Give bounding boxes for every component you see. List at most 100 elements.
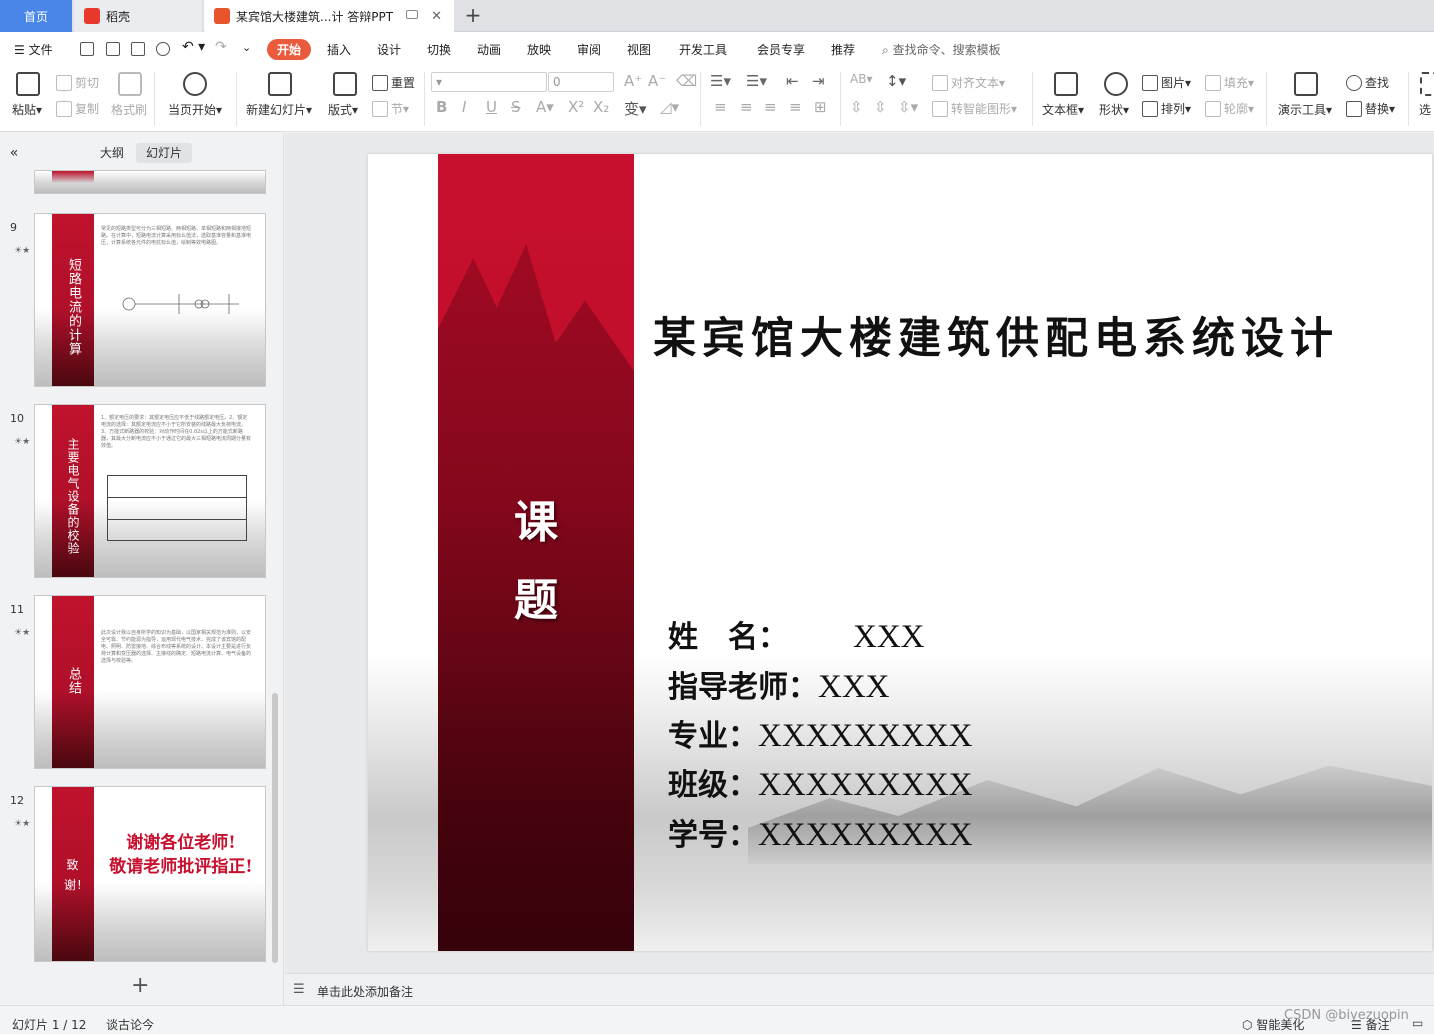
window-icon[interactable] <box>406 10 418 19</box>
picture-button[interactable]: 图片 ▾ <box>1142 74 1191 91</box>
shape-button[interactable]: 形状 ▾ <box>1099 101 1129 118</box>
menu-view[interactable]: 视图 <box>627 41 651 58</box>
section-button[interactable]: 节 ▾ <box>372 100 409 117</box>
play-icon[interactable] <box>183 72 207 96</box>
text-box-icon[interactable] <box>1054 72 1078 96</box>
customize-icon[interactable]: ⌄ <box>242 41 251 54</box>
arrange-button[interactable]: 排列 ▾ <box>1142 100 1191 117</box>
info-row-class[interactable]: 班级：XXXXXXXXX <box>668 760 1368 808</box>
increase-font-icon[interactable]: A⁺ <box>624 72 642 90</box>
menu-developer[interactable]: 开发工具 <box>679 41 727 58</box>
smart-art-button[interactable]: 转智能图形 ▾ <box>932 100 1017 117</box>
tab-daoke[interactable]: 稻壳 <box>74 0 202 32</box>
paragraph-spacing-icon[interactable]: ⇳ <box>850 98 863 116</box>
menu-animation[interactable]: 动画 <box>477 41 501 58</box>
menu-transition[interactable]: 切换 <box>427 41 451 58</box>
find-button[interactable]: 查找 <box>1346 74 1389 91</box>
subscript-icon[interactable]: X₂ <box>593 98 609 116</box>
format-painter-button[interactable]: 格式刷 <box>111 101 147 118</box>
present-tools-icon[interactable] <box>1294 72 1318 96</box>
menu-design[interactable]: 设计 <box>377 41 401 58</box>
thumbnail-slide-8[interactable] <box>34 170 266 194</box>
thumbnail-slide-12[interactable]: 致谢! 谢谢各位老师! 敬请老师批评指正! <box>34 786 266 962</box>
indent-decrease-icon[interactable]: ⇤ <box>786 72 799 90</box>
cut-button[interactable]: 剪切 <box>56 74 99 91</box>
copy-button[interactable]: 复制 <box>56 100 99 117</box>
spacing-before-icon[interactable]: ⇳ <box>874 98 887 116</box>
select-button[interactable]: 选 <box>1419 101 1431 118</box>
distribute-icon[interactable]: ⊞ <box>814 98 827 116</box>
menu-review[interactable]: 审阅 <box>577 41 601 58</box>
menu-start[interactable]: 开始 <box>267 39 312 60</box>
layout-icon[interactable] <box>333 72 357 96</box>
collapse-panel-icon[interactable]: « <box>6 143 22 163</box>
info-row-major[interactable]: 专业：XXXXXXXXX <box>668 711 1368 759</box>
close-tab-icon[interactable]: ✕ <box>431 9 442 24</box>
redo-icon[interactable]: ↷ <box>215 39 227 55</box>
notes-pane[interactable]: ☰ 单击此处添加备注 <box>285 973 1434 1005</box>
thumbnail-slide-10[interactable]: 主要电气设备的校验 1、额定电压的要求：其额定电压应不低于线路额定电压。2、额定… <box>34 404 266 578</box>
text-box-button[interactable]: 文本框 ▾ <box>1042 101 1084 118</box>
add-slide-button[interactable]: + <box>131 973 149 998</box>
notes-placeholder[interactable]: 单击此处添加备注 <box>317 983 413 1000</box>
new-slide-button[interactable]: 新建幻灯片 ▾ <box>246 101 312 118</box>
bold-icon[interactable]: B <box>436 98 447 116</box>
layout-button[interactable]: 版式 ▾ <box>328 101 358 118</box>
reset-button[interactable]: 重置 <box>372 74 415 91</box>
keti-label[interactable]: 课 题 <box>438 484 634 640</box>
comment-icon[interactable]: ▭ <box>1412 1016 1423 1030</box>
select-icon[interactable] <box>1420 72 1434 96</box>
tab-home[interactable]: 首页 <box>0 0 72 32</box>
numbered-list-icon[interactable]: ☰▾ <box>746 72 767 90</box>
theme-name[interactable]: 谈古论今 <box>106 1016 154 1033</box>
clear-format-icon[interactable]: ⌫ <box>676 72 697 90</box>
align-left-icon[interactable]: ≡ <box>714 98 727 116</box>
align-center-icon[interactable]: ≡ <box>740 98 753 116</box>
format-painter-icon[interactable] <box>118 72 142 96</box>
indent-increase-icon[interactable]: ⇥ <box>812 72 825 90</box>
font-color-icon[interactable]: A▾ <box>536 98 554 116</box>
info-row-student-id[interactable]: 学号：XXXXXXXXX <box>668 810 1368 858</box>
save-icon[interactable] <box>80 42 94 56</box>
print-icon[interactable] <box>131 42 145 56</box>
text-direction-icon[interactable]: AB▾ <box>850 72 872 86</box>
bullet-list-icon[interactable]: ☰▾ <box>710 72 731 90</box>
menu-recommend[interactable]: 推荐 <box>831 41 855 58</box>
decrease-font-icon[interactable]: A⁻ <box>648 72 666 90</box>
font-size-select[interactable]: 0 <box>548 72 614 92</box>
info-row-advisor[interactable]: 指导老师：XXX <box>668 662 1368 710</box>
current-slide[interactable]: 课 题 某宾馆大楼建筑供配电系统设计 姓 名： XXX 指导老师：XXX 专业：X… <box>368 154 1432 951</box>
strikethrough-icon[interactable]: S <box>511 98 521 116</box>
slide-title[interactable]: 某宾馆大楼建筑供配电系统设计 <box>653 304 1423 366</box>
menu-insert[interactable]: 插入 <box>327 41 351 58</box>
menu-member[interactable]: 会员专享 <box>757 41 805 58</box>
print-preview-icon[interactable] <box>156 42 170 56</box>
replace-button[interactable]: 替换 ▾ <box>1346 100 1395 117</box>
play-from-current-button[interactable]: 当页开始 ▾ <box>168 101 222 118</box>
justify-icon[interactable]: ≡ <box>789 98 802 116</box>
tab-slides[interactable]: 幻灯片 <box>136 143 192 163</box>
phonetic-icon[interactable]: 变▾ <box>624 98 647 119</box>
command-search[interactable]: ⌕ 查找命令、搜索模板 <box>882 41 1001 58</box>
thumbnail-slide-9[interactable]: 短路电流的计算 常见的短路类型可分为三相短路、两相短路、单相短路和两相接地短路。… <box>34 213 266 387</box>
info-row-name[interactable]: 姓 名： XXX <box>668 612 1368 660</box>
superscript-icon[interactable]: X² <box>568 98 584 116</box>
tab-outline[interactable]: 大纲 <box>90 143 134 163</box>
thumbnail-slide-11[interactable]: 总结 此次设计我以自身所学的知识为基础，以国家相关规范为准则，以安全可靠、节约能… <box>34 595 266 769</box>
undo-icon[interactable]: ↶ ▾ <box>182 39 205 55</box>
menu-slideshow[interactable]: 放映 <box>527 41 551 58</box>
italic-icon[interactable]: I <box>462 98 466 116</box>
panel-scrollbar[interactable] <box>272 693 278 963</box>
align-right-icon[interactable]: ≡ <box>764 98 777 116</box>
tab-document[interactable]: 某宾馆大楼建筑...计 答辩PPT ✕ <box>204 0 454 32</box>
font-family-select[interactable]: ▾ <box>431 72 547 92</box>
line-spacing-icon[interactable]: ↕▾ <box>886 72 906 90</box>
file-menu[interactable]: ☰ 文件 <box>14 41 53 58</box>
align-text-button[interactable]: 对齐文本 ▾ <box>932 74 1005 91</box>
new-tab-button[interactable]: + <box>462 3 484 27</box>
shape-icon[interactable] <box>1104 72 1128 96</box>
paste-icon[interactable] <box>16 72 40 96</box>
outline-button[interactable]: 轮廓 ▾ <box>1205 100 1254 117</box>
new-slide-icon[interactable] <box>268 72 292 96</box>
underline-icon[interactable]: U <box>486 98 497 116</box>
